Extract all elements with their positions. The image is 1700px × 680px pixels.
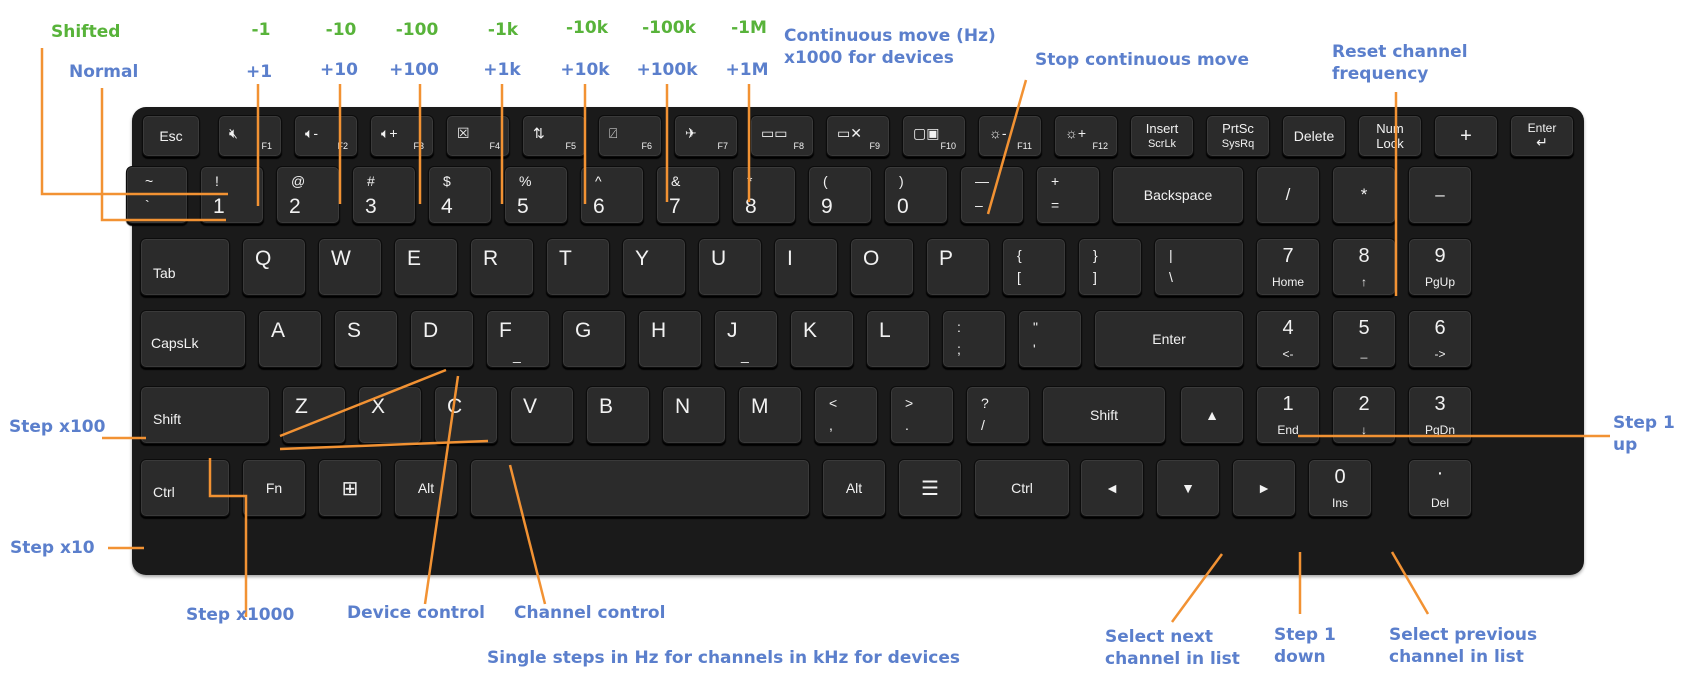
label-continuous-2: x1000 for devices (784, 48, 954, 68)
label-plus100k: +100k (636, 60, 698, 80)
label-plus10: +10 (320, 60, 358, 80)
leader-prev (1390, 551, 1430, 615)
label-shifted: Shifted (51, 22, 121, 42)
label-step1-up-1: Step 1 (1613, 413, 1675, 433)
leader-next (1170, 553, 1224, 623)
label-single-steps: Single steps in Hz for channels in kHz f… (487, 648, 961, 668)
label-stop-continuous: Stop continuous move (1035, 50, 1249, 70)
label-minus1k: -1k (487, 20, 519, 40)
label-minus10: -10 (325, 20, 357, 40)
leader-channel (508, 464, 547, 605)
label-plus100: +100 (389, 60, 439, 80)
label-reset-1: Reset channel (1332, 42, 1468, 62)
label-continuous-1: Continuous move (Hz) (784, 26, 996, 46)
label-step1-up-2: up (1613, 435, 1638, 455)
label-step-x10: Step x10 (10, 538, 95, 558)
label-step1-down-2: down (1274, 647, 1326, 667)
leader-d-shift (279, 368, 447, 438)
leader-device (423, 375, 460, 605)
label-minus100: -100 (395, 20, 439, 40)
label-select-next-2: channel in list (1105, 649, 1240, 669)
label-minus100k: -100k (642, 18, 696, 38)
leader-lines (40, 48, 1610, 623)
label-plus10k: +10k (560, 60, 610, 80)
label-step-x1000: Step x1000 (186, 605, 295, 625)
label-step1-down-1: Step 1 (1274, 625, 1336, 645)
leader-stop (986, 79, 1028, 215)
label-select-next-1: Select next (1105, 627, 1213, 647)
leader-c-shift (279, 439, 489, 451)
label-step-x100: Step x100 (9, 417, 106, 437)
label-minus10k: -10k (565, 18, 609, 38)
label-minus1m: -1M (731, 18, 767, 38)
label-minus1: -1 (251, 20, 271, 40)
label-plus1: +1 (245, 62, 273, 82)
label-device-control: Device control (347, 603, 485, 623)
label-select-prev-2: channel in list (1389, 647, 1524, 667)
label-plus1k: +1k (483, 60, 521, 80)
label-channel-control: Channel control (514, 603, 666, 623)
label-reset-2: frequency (1332, 64, 1429, 84)
label-plus1m: +1M (725, 60, 769, 80)
leader-step1000 (208, 458, 248, 617)
label-select-prev-1: Select previous (1389, 625, 1538, 645)
label-normal: Normal (69, 62, 139, 82)
leader-normal (100, 88, 226, 222)
keyboard-diagram: Esc 🔇︎ F1 🔈︎- F2 🔈︎+ F3 ☒ F4 ⇅ F5 ⍁ F6 ✈ F7 ▭▭ F… (0, 0, 1700, 680)
